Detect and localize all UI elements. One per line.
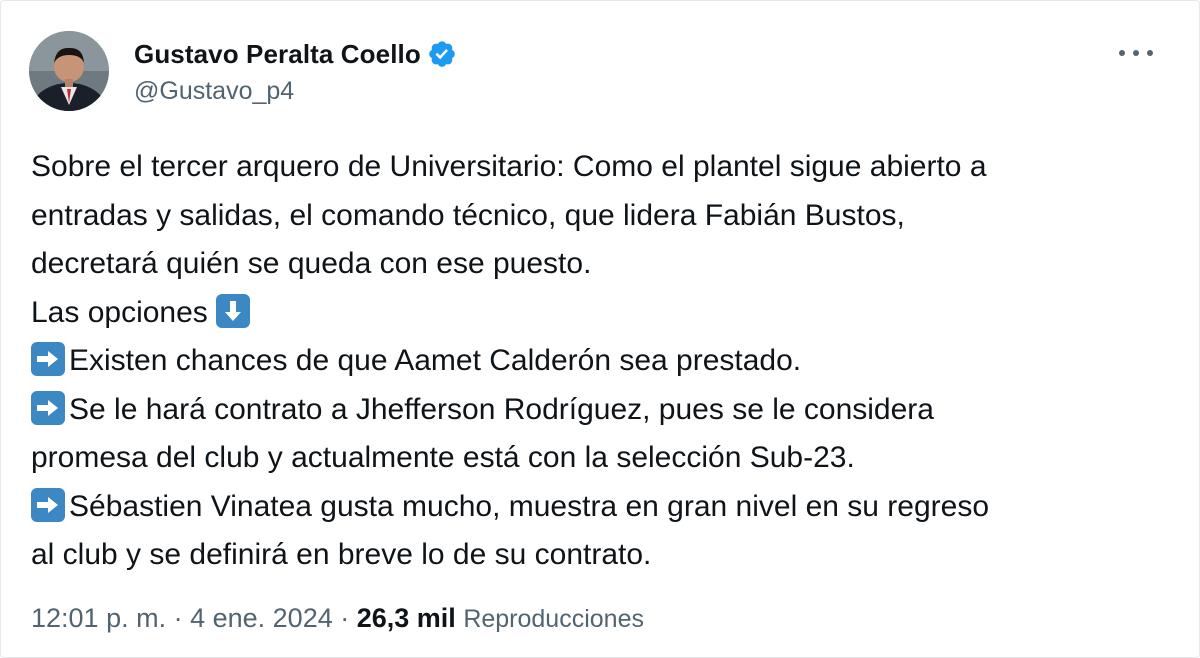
tweet-line-text: Existen chances de que Aamet Calderón se… <box>69 344 802 377</box>
tweet-line: Las opciones <box>31 289 1171 338</box>
tweet-line: al club y se definirá en breve lo de su … <box>31 538 652 571</box>
meta-separator: · <box>332 603 357 633</box>
tweet-line: Sobre el tercer arquero de Universitario… <box>31 150 987 183</box>
tweet-line: promesa del club y actualmente está con … <box>31 441 855 474</box>
tweet-line-text: Se le hará contrato a Jhefferson Rodrígu… <box>69 392 934 426</box>
tweet-line: Se le hará contrato a Jhefferson Rodrígu… <box>31 386 1171 435</box>
meta-separator: · <box>166 603 191 633</box>
verified-badge-icon[interactable] <box>427 39 457 69</box>
author-display-name[interactable]: Gustavo Peralta Coello <box>134 39 421 70</box>
views-count[interactable]: 26,3 mil <box>357 603 456 633</box>
tweet-line: decretará quién se queda con ese puesto. <box>31 247 592 280</box>
more-options-icon[interactable] <box>1119 41 1153 65</box>
tweet-text: Sobre el tercer arquero de Universitario… <box>31 143 1171 580</box>
tweet-card: Gustavo Peralta Coello @Gustavo_p4 Sobre… <box>0 0 1200 658</box>
right-arrow-emoji-icon <box>31 390 65 425</box>
tweet-line: Sébastien Vinatea gusta mucho, muestra e… <box>31 483 1171 532</box>
author-name-row: Gustavo Peralta Coello <box>134 36 457 72</box>
author-handle[interactable]: @Gustavo_p4 <box>134 77 294 106</box>
down-arrow-emoji-icon <box>216 293 251 328</box>
tweet-meta: 12:01 p. m. · 4 ene. 2024 · 26,3 mil Rep… <box>31 603 644 634</box>
tweet-line: entradas y salidas, el comando técnico, … <box>31 198 905 232</box>
right-arrow-emoji-icon <box>31 342 65 376</box>
tweet-time[interactable]: 12:01 p. m. <box>31 603 166 633</box>
tweet-line-text: Sébastien Vinatea gusta mucho, muestra e… <box>69 489 990 523</box>
right-arrow-emoji-icon <box>31 487 65 522</box>
tweet-line-text: Las opciones <box>31 295 208 329</box>
more-dot <box>1119 50 1125 56</box>
tweet-date[interactable]: 4 ene. 2024 <box>190 603 333 633</box>
more-dot <box>1147 50 1153 56</box>
more-dot <box>1133 50 1139 56</box>
views-label: Reproducciones <box>463 605 644 633</box>
tweet-line: Existen chances de que Aamet Calderón se… <box>31 337 1171 386</box>
author-avatar[interactable] <box>29 31 109 111</box>
